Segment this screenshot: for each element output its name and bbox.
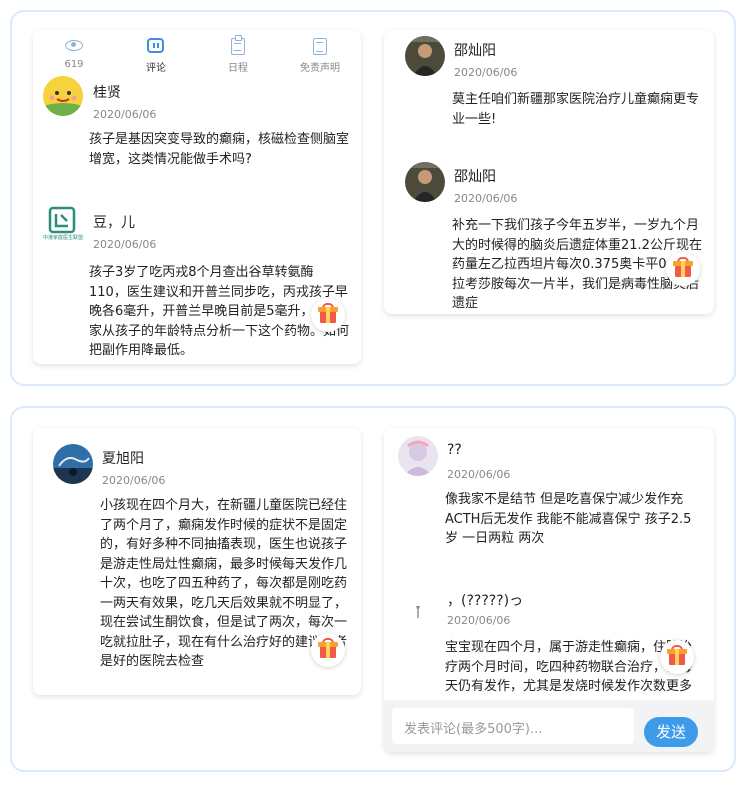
- gift-icon[interactable]: [666, 252, 700, 286]
- avatar[interactable]: [398, 436, 438, 476]
- comment-text: 像我家不是结节 但是吃喜保宁减少发作充ACTH后无发作 我能不能减喜保宁 孩子2…: [445, 492, 692, 546]
- tab-views[interactable]: 619: [33, 30, 115, 74]
- comment-input[interactable]: 发表评论(最多500字)...: [392, 708, 634, 744]
- tab-label: 免责声明: [300, 63, 340, 74]
- clipboard-icon: [228, 35, 248, 56]
- tab-schedule[interactable]: 日程: [197, 30, 279, 74]
- comment-author: ??: [447, 442, 462, 458]
- gift-icon[interactable]: [311, 633, 345, 667]
- gift-icon[interactable]: [660, 640, 694, 674]
- comment-date: 2020/06/06: [93, 238, 157, 251]
- comment-text: 宝宝现在四个月，属于游走性癫痫，住院治疗两个月时间，吃四种药物联合治疗，但每天仍…: [445, 640, 693, 694]
- comment-date: 2020/06/06: [454, 66, 518, 79]
- comment-date: 2020/06/06: [447, 468, 511, 481]
- avatar[interactable]: 中港家庭医生联盟: [43, 206, 83, 246]
- tab-disclaimer[interactable]: 免责声明: [279, 30, 361, 74]
- comment-author: 豆，儿: [93, 215, 135, 231]
- avatar[interactable]: [398, 592, 438, 632]
- comment-author: 邵灿阳: [454, 169, 496, 185]
- comment-input-bar: 发表评论(最多500字)... 发送: [384, 700, 714, 752]
- gift-icon[interactable]: [311, 298, 345, 332]
- tab-bar: 619 评论 日程 免责声明: [33, 30, 361, 74]
- send-button[interactable]: 发送: [644, 717, 698, 747]
- comment-text: 莫主任咱们新疆那家医院治疗儿童癫痫更专业一些!: [452, 92, 700, 127]
- document-icon: [310, 36, 330, 56]
- avatar[interactable]: [43, 76, 83, 116]
- comment-date: 2020/06/06: [102, 474, 166, 487]
- avatar-caption: 中港家庭医生联盟: [43, 235, 83, 241]
- comment-author: 邵灿阳: [454, 43, 496, 59]
- eye-icon: [64, 36, 84, 56]
- tab-label: 评论: [146, 63, 166, 74]
- avatar[interactable]: [405, 162, 445, 202]
- views-count: 619: [64, 59, 84, 70]
- comment-date: 2020/06/06: [454, 192, 518, 205]
- comment-author: 夏旭阳: [102, 451, 144, 467]
- comment-text: 孩子是基因突变导致的癫痫，核磁检查侧脑室增宽，这类情况能做手术吗?: [89, 132, 350, 167]
- comment-icon: [146, 36, 166, 56]
- tab-label: 日程: [228, 63, 248, 74]
- tab-comments[interactable]: 评论: [115, 30, 197, 74]
- avatar[interactable]: [53, 444, 93, 484]
- comment-author: ，(?????)っ: [447, 593, 524, 609]
- comment-date: 2020/06/06: [93, 108, 157, 121]
- comments-card-top-right: 邵灿阳 2020/06/06 莫主任咱们新疆那家医院治疗儿童癫痫更专业一些! 邵…: [384, 30, 714, 314]
- comment-date: 2020/06/06: [447, 614, 511, 627]
- comment-author: 桂贤: [93, 85, 121, 101]
- avatar[interactable]: [405, 36, 445, 76]
